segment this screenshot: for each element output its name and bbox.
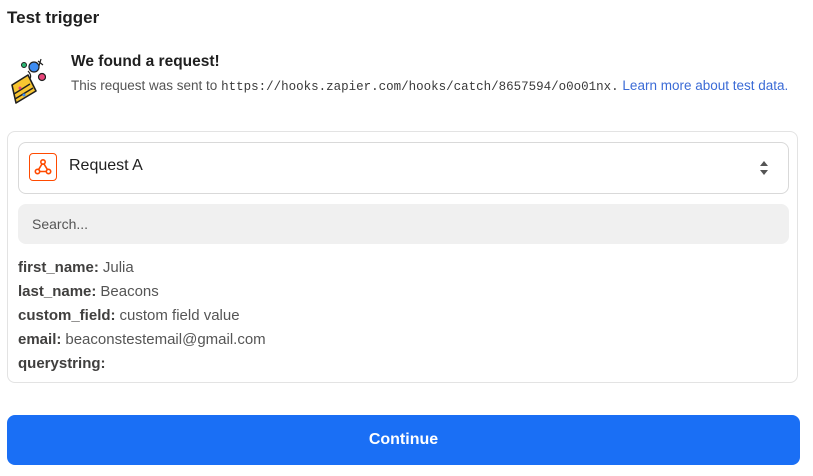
webhook-icon [29, 153, 57, 181]
field-key: email: [18, 331, 62, 348]
list-item: last_name: Beacons [18, 280, 266, 304]
webhook-url: https://hooks.zapier.com/hooks/catch/865… [221, 80, 619, 94]
list-item: custom_field: custom field value [18, 304, 266, 328]
continue-button[interactable]: Continue [7, 415, 800, 465]
found-title: We found a request! [71, 53, 220, 70]
request-select[interactable]: Request A [18, 142, 789, 194]
chevron-updown-icon [760, 161, 768, 175]
field-value: custom field value [119, 307, 240, 324]
request-select-value: Request A [69, 157, 143, 174]
field-list: first_name: Julia last_name: Beacons custo… [18, 256, 266, 376]
field-value: Julia [102, 259, 134, 276]
field-key: first_name: [18, 259, 99, 276]
page-title: Test trigger [7, 8, 100, 27]
request-panel: Request A first_name:Julia last_name:Bea… [7, 131, 798, 383]
field-key: last_name: [18, 283, 97, 300]
field-value: Beacons [100, 283, 159, 300]
party-popper-icon [11, 58, 46, 104]
list-item: email: beaconstestemail@gmail.com [18, 328, 266, 352]
field-key: querystring: [18, 355, 106, 372]
found-desc-prefix: This request was sent to [71, 78, 222, 93]
search-input[interactable] [18, 204, 789, 244]
list-item: first_name: Julia [18, 256, 266, 280]
learn-more-link[interactable]: Learn more about test data [622, 78, 784, 93]
field-key: custom_field: [18, 307, 116, 324]
field-value: beaconstestemail@gmail.com [65, 331, 266, 348]
list-item: querystring: [18, 352, 266, 376]
found-description: This request was sent to https://hooks.z… [71, 75, 796, 98]
found-desc-suffix: . [784, 78, 789, 93]
